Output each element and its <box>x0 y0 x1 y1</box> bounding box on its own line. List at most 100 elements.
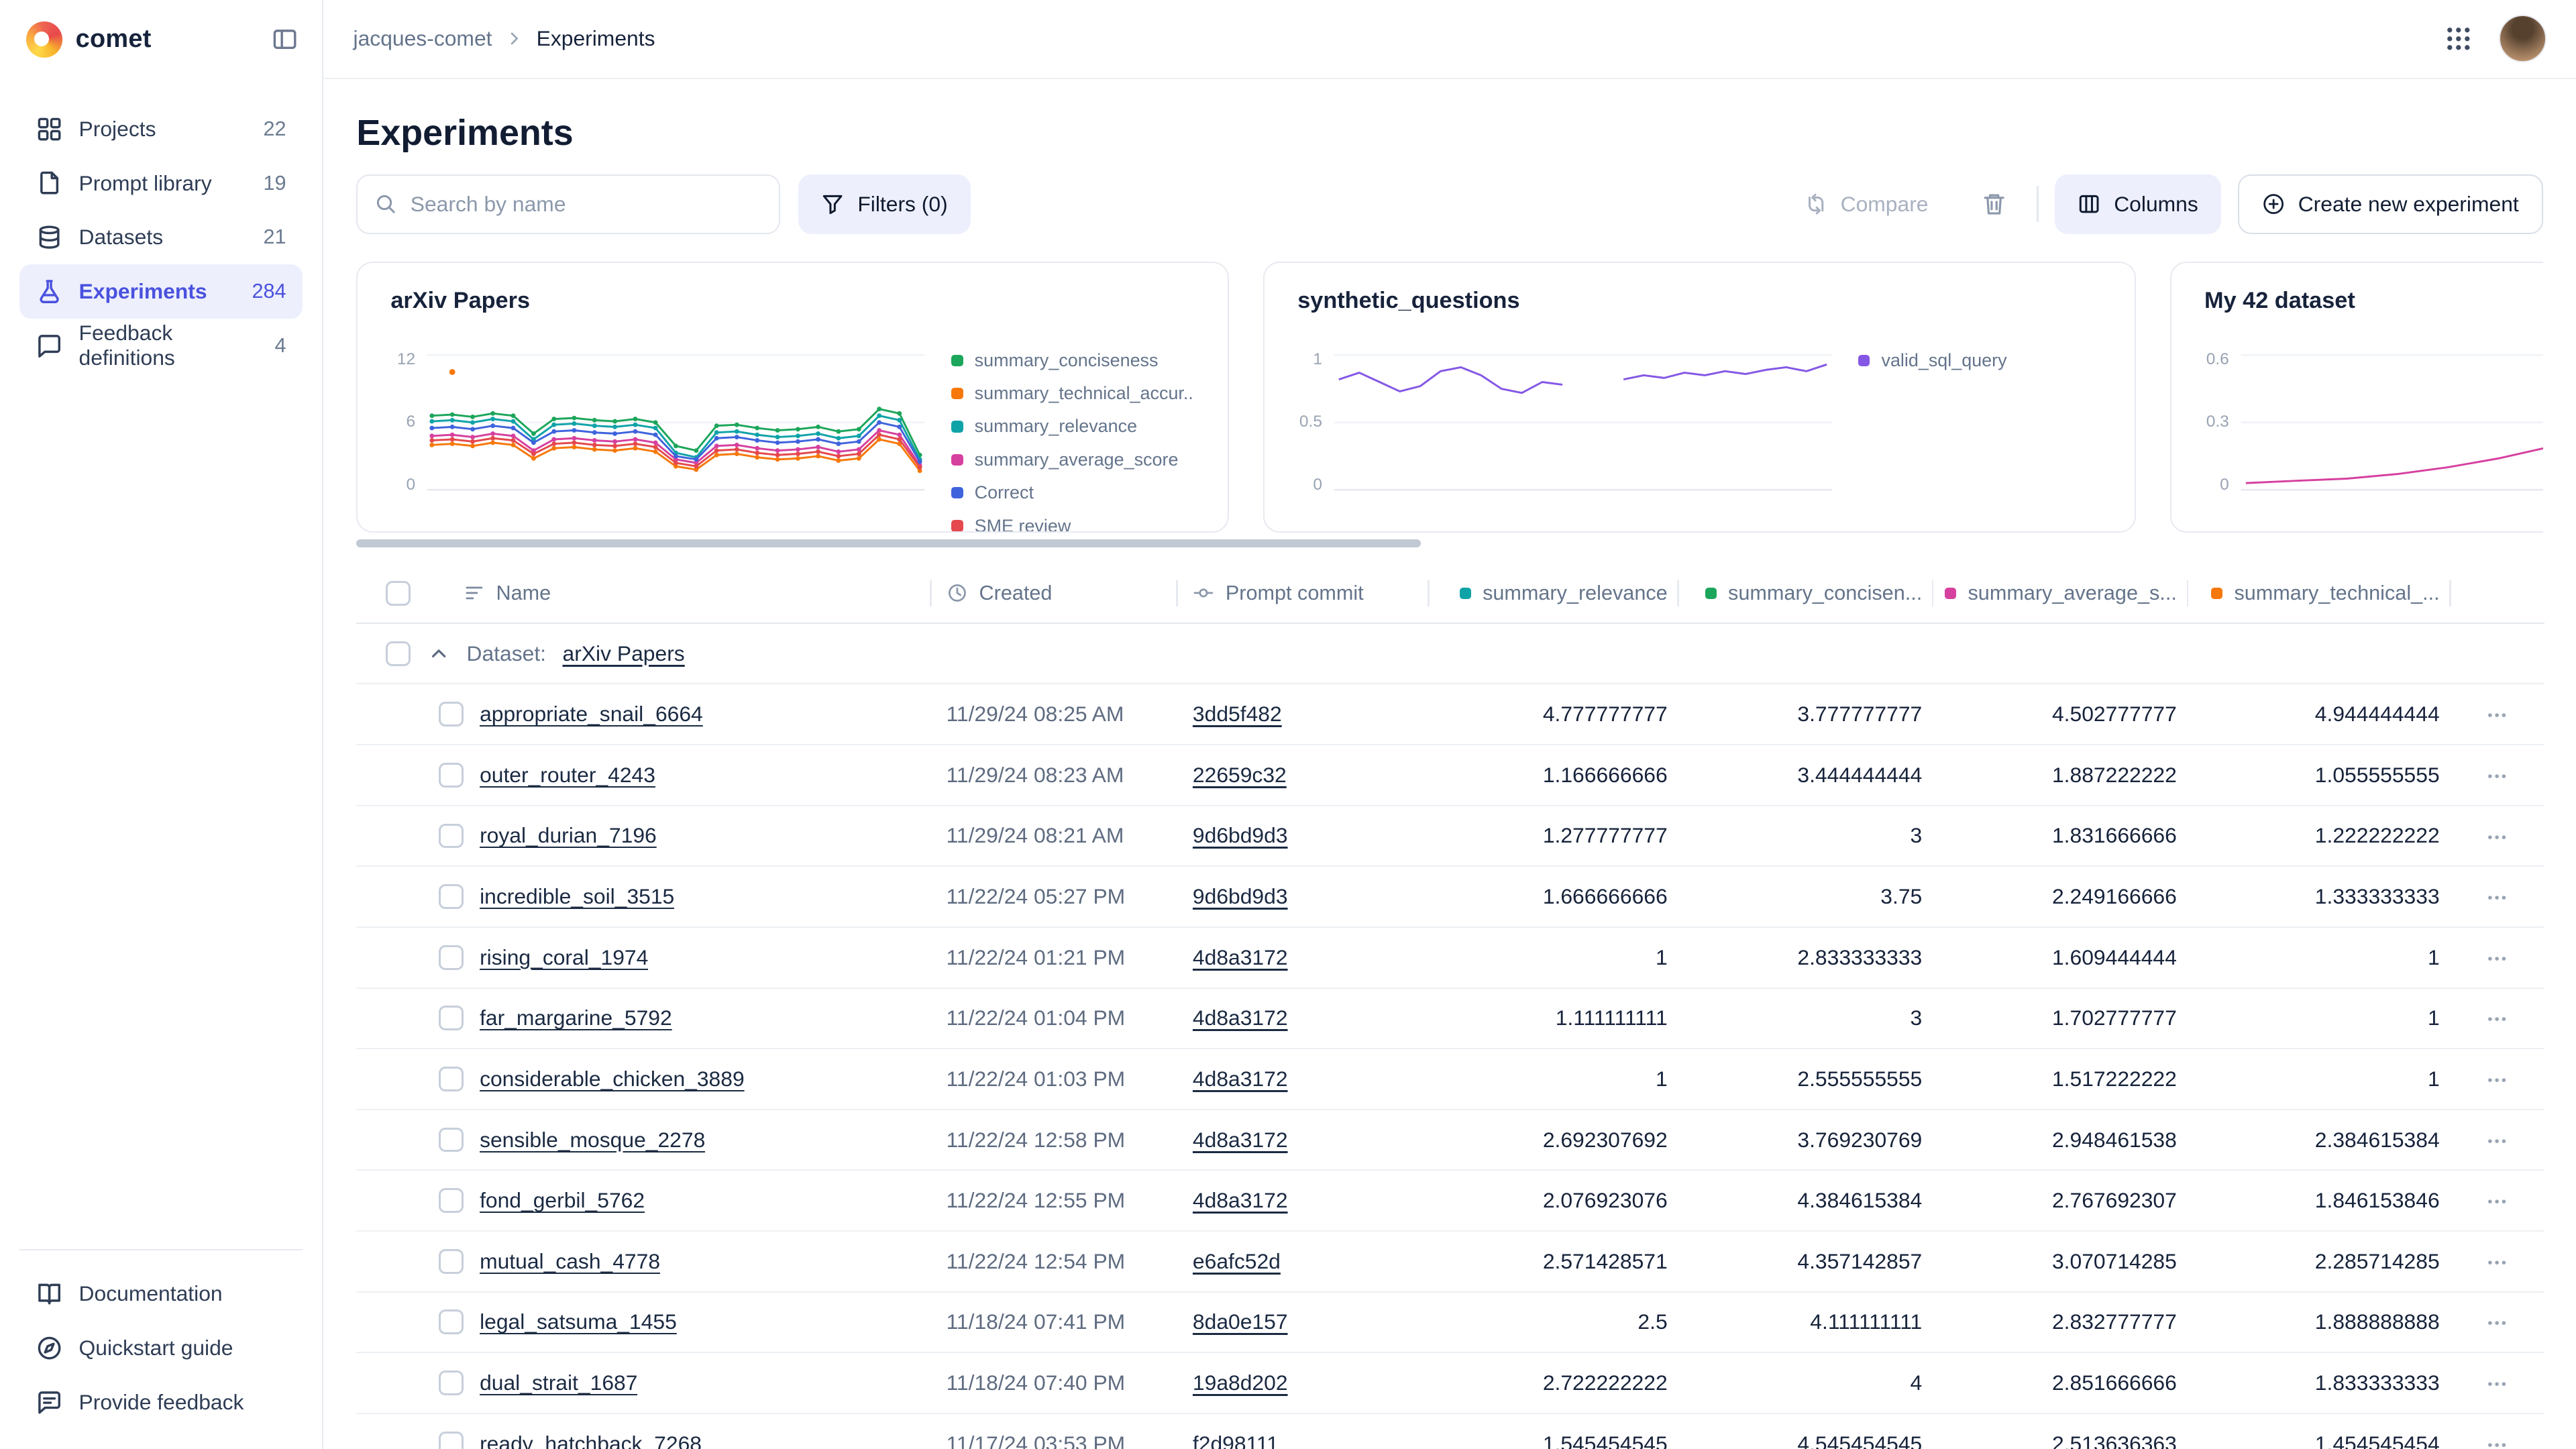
experiment-row[interactable]: ready_hatchback_7268 11/17/24 03:53 PM f… <box>356 1413 2544 1449</box>
sidebar-footer-item[interactable]: Documentation <box>19 1267 303 1321</box>
sidebar-item[interactable]: Projects 22 <box>19 102 303 156</box>
row-checkbox[interactable] <box>439 1432 464 1449</box>
prompt-commit-link[interactable]: 4d8a3172 <box>1193 1006 1288 1030</box>
experiment-row[interactable]: dual_strait_1687 11/18/24 07:40 PM 19a8d… <box>356 1352 2544 1413</box>
row-checkbox[interactable] <box>439 1309 464 1334</box>
experiment-row[interactable]: rising_coral_1974 11/22/24 01:21 PM 4d8a… <box>356 927 2544 988</box>
chart-card-my-42-dataset[interactable]: My 42 dataset 0.60.30 <box>2170 262 2543 533</box>
prompt-commit-link[interactable]: e6afc52d <box>1193 1249 1281 1273</box>
select-all-checkbox[interactable] <box>386 581 411 606</box>
compare-button[interactable]: Compare <box>1781 174 1951 233</box>
prompt-commit-link[interactable]: 9d6bd9d3 <box>1193 884 1288 908</box>
experiment-row[interactable]: outer_router_4243 11/29/24 08:23 AM 2265… <box>356 745 2544 806</box>
experiment-row[interactable]: mutual_cash_4778 11/22/24 12:54 PM e6afc… <box>356 1231 2544 1292</box>
row-menu-icon[interactable] <box>2485 765 2508 788</box>
sort-icon[interactable] <box>464 582 485 604</box>
user-avatar[interactable] <box>2499 15 2546 62</box>
experiment-name-link[interactable]: sensible_mosque_2278 <box>480 1128 705 1152</box>
sidebar-item[interactable]: Datasets 21 <box>19 210 303 264</box>
metric-column-header[interactable]: summary_relevance <box>1428 582 1677 605</box>
experiment-name-link[interactable]: appropriate_snail_6664 <box>480 702 703 727</box>
prompt-commit-link[interactable]: 8da0e157 <box>1193 1309 1288 1334</box>
delete-button[interactable] <box>1968 178 2020 230</box>
chart-card-synthetic-questions[interactable]: synthetic_questions 10.50 valid_sql_quer… <box>1263 262 2135 533</box>
created-column-header[interactable]: Created <box>979 582 1053 605</box>
experiment-name-link[interactable]: far_margarine_5792 <box>480 1006 672 1030</box>
comet-logo[interactable]: comet <box>26 21 151 58</box>
experiment-name-link[interactable]: ready_hatchback_7268 <box>480 1432 702 1449</box>
experiment-row[interactable]: appropriate_snail_6664 11/29/24 08:25 AM… <box>356 684 2544 745</box>
prompt-commit-link[interactable]: 9d6bd9d3 <box>1193 823 1288 847</box>
sidebar-footer-item[interactable]: Provide feedback <box>19 1375 303 1430</box>
name-column-header[interactable]: Name <box>496 582 551 605</box>
prompt-commit-link[interactable]: 4d8a3172 <box>1193 1067 1288 1091</box>
row-menu-icon[interactable] <box>2485 1130 2508 1152</box>
row-checkbox[interactable] <box>439 884 464 909</box>
metric-column-header[interactable]: summary_average_s... <box>1932 582 2187 605</box>
row-menu-icon[interactable] <box>2485 1434 2508 1449</box>
prompt-commit-link[interactable]: 4d8a3172 <box>1193 1188 1288 1212</box>
row-checkbox[interactable] <box>439 945 464 970</box>
row-menu-icon[interactable] <box>2485 1190 2508 1213</box>
experiment-row[interactable]: sensible_mosque_2278 11/22/24 12:58 PM 4… <box>356 1110 2544 1171</box>
prompt-commit-link[interactable]: 3dd5f482 <box>1193 702 1282 726</box>
search-input[interactable] <box>411 192 763 217</box>
row-checkbox[interactable] <box>439 1371 464 1395</box>
experiment-name-link[interactable]: outer_router_4243 <box>480 763 655 788</box>
experiment-row[interactable]: royal_durian_7196 11/29/24 08:21 AM 9d6b… <box>356 806 2544 867</box>
experiment-name-link[interactable]: dual_strait_1687 <box>480 1371 637 1395</box>
row-menu-icon[interactable] <box>2485 886 2508 909</box>
row-checkbox[interactable] <box>439 1067 464 1091</box>
sidebar-item[interactable]: Feedback definitions 4 <box>19 319 303 373</box>
experiment-name-link[interactable]: considerable_chicken_3889 <box>480 1067 745 1091</box>
row-menu-icon[interactable] <box>2485 1311 2508 1334</box>
experiment-name-link[interactable]: fond_gerbil_5762 <box>480 1188 645 1213</box>
row-checkbox[interactable] <box>439 763 464 788</box>
chart-card-arxiv-papers[interactable]: arXiv Papers 1260 summary_conciseness <box>356 262 1228 533</box>
row-menu-icon[interactable] <box>2485 826 2508 849</box>
cards-scrollbar-thumb[interactable] <box>356 539 1421 547</box>
group-dataset-link[interactable]: arXiv Papers <box>563 641 685 666</box>
prompt-commit-link[interactable]: f2d98111 <box>1193 1432 1279 1449</box>
breadcrumb-workspace[interactable]: jacques-comet <box>354 26 492 51</box>
row-checkbox[interactable] <box>439 702 464 727</box>
experiment-row[interactable]: fond_gerbil_5762 11/22/24 12:55 PM 4d8a3… <box>356 1170 2544 1231</box>
row-menu-icon[interactable] <box>2485 704 2508 727</box>
experiment-row[interactable]: incredible_soil_3515 11/22/24 05:27 PM 9… <box>356 866 2544 927</box>
metric-column-header[interactable]: summary_concisen... <box>1677 582 1932 605</box>
row-checkbox[interactable] <box>439 824 464 849</box>
chevron-up-icon[interactable] <box>427 642 450 665</box>
experiment-name-link[interactable]: incredible_soil_3515 <box>480 884 674 909</box>
row-menu-icon[interactable] <box>2485 1069 2508 1091</box>
experiment-name-link[interactable]: mutual_cash_4778 <box>480 1249 660 1274</box>
sidebar-item[interactable]: Prompt library 19 <box>19 156 303 211</box>
prompt-commit-link[interactable]: 4d8a3172 <box>1193 1128 1288 1152</box>
experiment-name-link[interactable]: royal_durian_7196 <box>480 823 657 848</box>
filters-button[interactable]: Filters (0) <box>798 174 971 233</box>
commit-column-header[interactable]: Prompt commit <box>1226 582 1364 605</box>
row-checkbox[interactable] <box>439 1006 464 1030</box>
group-checkbox[interactable] <box>386 641 411 666</box>
row-checkbox[interactable] <box>439 1128 464 1152</box>
prompt-commit-link[interactable]: 4d8a3172 <box>1193 945 1288 969</box>
prompt-commit-link[interactable]: 19a8d202 <box>1193 1371 1288 1395</box>
metric-column-header[interactable]: summary_technical_... <box>2187 582 2450 605</box>
experiment-name-link[interactable]: legal_satsuma_1455 <box>480 1309 677 1334</box>
sidebar-item[interactable]: Experiments 284 <box>19 264 303 319</box>
sidebar-footer-item[interactable]: Quickstart guide <box>19 1321 303 1375</box>
row-checkbox[interactable] <box>439 1188 464 1213</box>
row-menu-icon[interactable] <box>2485 1373 2508 1395</box>
search-box[interactable] <box>356 174 780 233</box>
row-checkbox[interactable] <box>439 1249 464 1274</box>
experiment-row[interactable]: far_margarine_5792 11/22/24 01:04 PM 4d8… <box>356 988 2544 1049</box>
row-menu-icon[interactable] <box>2485 947 2508 970</box>
create-experiment-button[interactable]: Create new experiment <box>2238 174 2543 233</box>
row-menu-icon[interactable] <box>2485 1008 2508 1030</box>
columns-button[interactable]: Columns <box>2055 174 2221 233</box>
prompt-commit-link[interactable]: 22659c32 <box>1193 763 1287 787</box>
experiment-row[interactable]: legal_satsuma_1455 11/18/24 07:41 PM 8da… <box>356 1292 2544 1353</box>
row-menu-icon[interactable] <box>2485 1251 2508 1274</box>
apps-grid-icon[interactable] <box>2445 25 2473 53</box>
experiment-name-link[interactable]: rising_coral_1974 <box>480 945 648 970</box>
experiment-row[interactable]: considerable_chicken_3889 11/22/24 01:03… <box>356 1049 2544 1110</box>
